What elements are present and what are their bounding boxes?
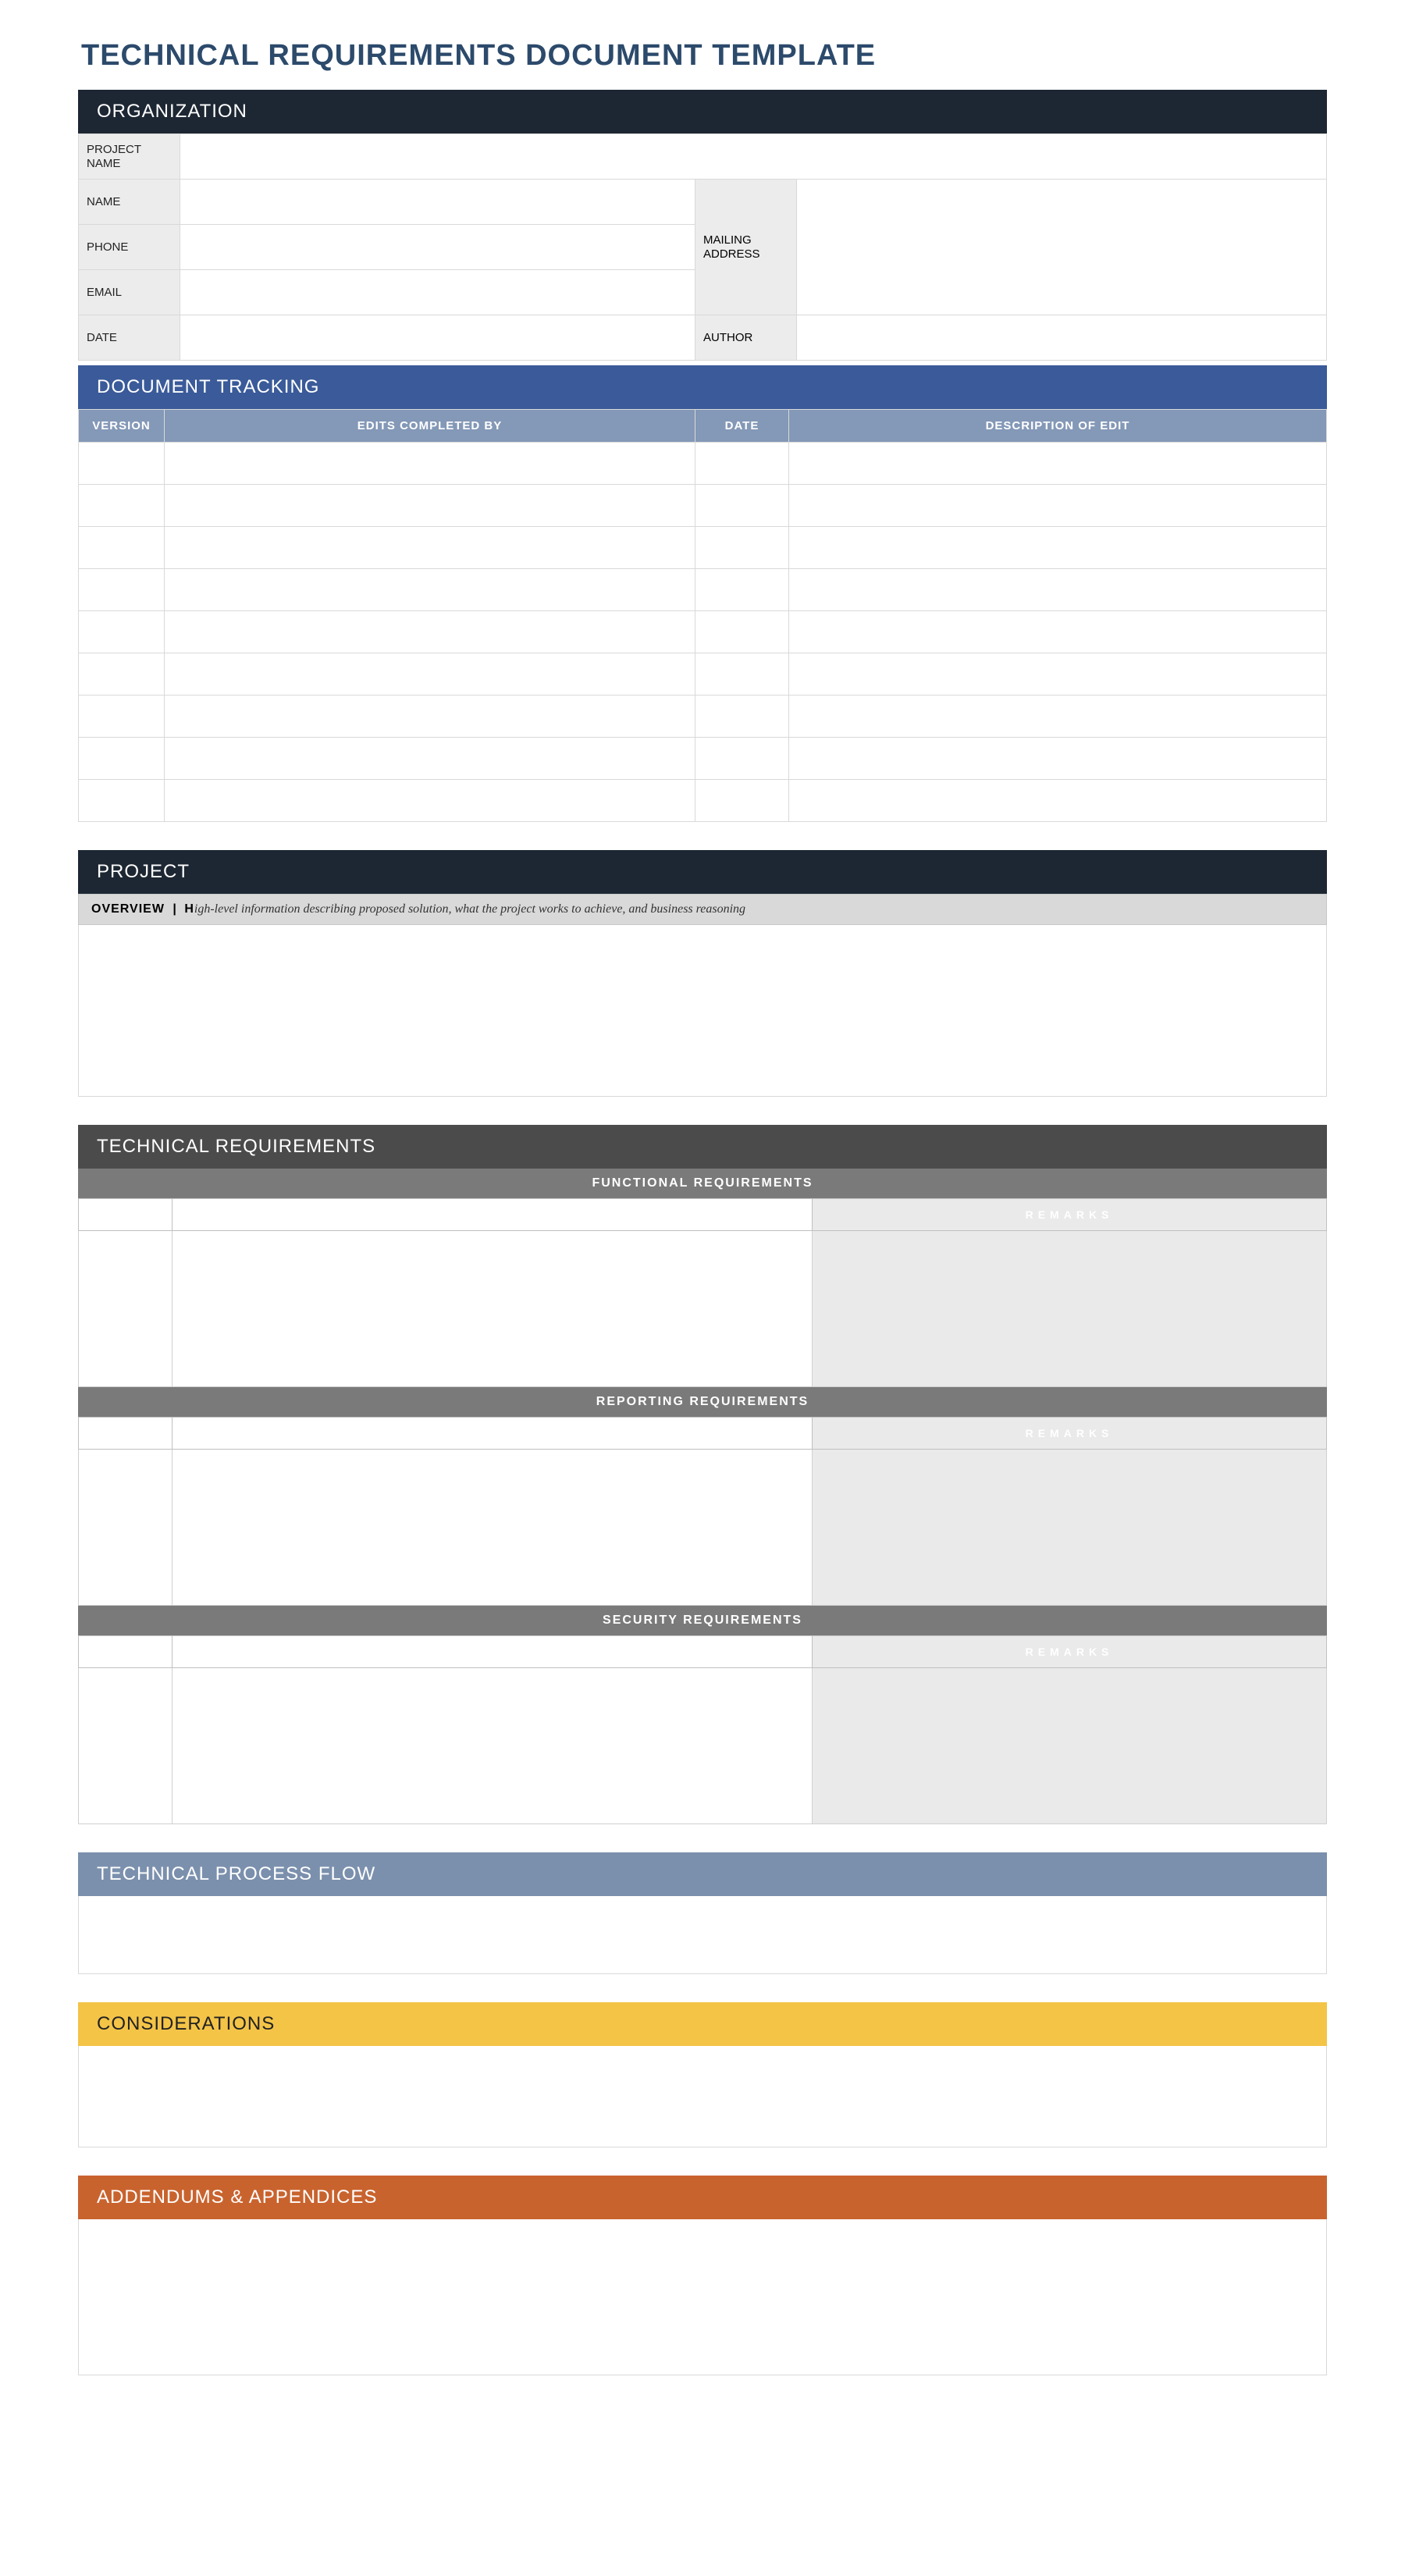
reporting-subheader: REPORTING REQUIREMENTS [78,1387,1327,1417]
tracking-table: VERSION EDITS COMPLETED BY DATE DESCRIPT… [78,409,1327,822]
label-author: AUTHOR [695,315,797,361]
security-requirements-table: ID DESCRIPTION REMARKS [78,1635,1327,1824]
label-date: DATE [79,315,180,361]
considerations-field[interactable] [78,2046,1327,2147]
project-header: PROJECT [78,850,1327,894]
req-col-remarks: REMARKS [813,1636,1327,1668]
table-row[interactable] [79,1668,1327,1824]
table-row[interactable] [79,527,1327,569]
req-col-id: ID [79,1199,173,1231]
field-mailing-address[interactable] [797,180,1327,315]
label-mailing-address: MAILING ADDRESS [695,180,797,315]
table-row[interactable] [79,611,1327,653]
label-phone: PHONE [79,225,180,270]
functional-subheader: FUNCTIONAL REQUIREMENTS [78,1169,1327,1198]
reporting-requirements-table: ID DESCRIPTION REMARKS [78,1417,1327,1606]
overview-separator: | [173,902,176,916]
tech-req-header: TECHNICAL REQUIREMENTS [78,1125,1327,1169]
req-col-description: DESCRIPTION [173,1418,813,1450]
label-project-name: PROJECT NAME [79,134,180,180]
req-col-description: DESCRIPTION [173,1636,813,1668]
tracking-col-desc: DESCRIPTION OF EDIT [789,410,1327,443]
field-date[interactable] [180,315,695,361]
req-col-description: DESCRIPTION [173,1199,813,1231]
req-col-id: ID [79,1418,173,1450]
req-col-remarks: REMARKS [813,1199,1327,1231]
appendices-header: ADDENDUMS & APPENDICES [78,2176,1327,2219]
table-row[interactable] [79,738,1327,780]
organization-header: ORGANIZATION [78,90,1327,133]
tracking-col-version: VERSION [79,410,165,443]
overview-field[interactable] [78,925,1327,1097]
label-name: NAME [79,180,180,225]
table-row[interactable] [79,1231,1327,1387]
security-subheader: SECURITY REQUIREMENTS [78,1606,1327,1635]
field-email[interactable] [180,270,695,315]
document: TECHNICAL REQUIREMENTS DOCUMENT TEMPLATE… [78,39,1327,2375]
label-email: EMAIL [79,270,180,315]
overview-hint: igh-level information describing propose… [194,902,745,916]
overview-label-row: OVERVIEW | High-level information descri… [78,894,1327,925]
process-flow-field[interactable] [78,1896,1327,1974]
functional-requirements-table: ID DESCRIPTION REMARKS [78,1198,1327,1387]
field-project-name[interactable] [180,134,1327,180]
table-row[interactable] [79,696,1327,738]
tracking-col-date: DATE [695,410,789,443]
field-name[interactable] [180,180,695,225]
organization-table: PROJECT NAME NAME MAILING ADDRESS PHONE … [78,133,1327,361]
field-author[interactable] [797,315,1327,361]
table-row[interactable] [79,443,1327,485]
table-row[interactable] [79,1450,1327,1606]
table-row[interactable] [79,780,1327,822]
tracking-col-edits: EDITS COMPLETED BY [165,410,695,443]
field-phone[interactable] [180,225,695,270]
considerations-header: CONSIDERATIONS [78,2002,1327,2046]
tracking-header: DOCUMENT TRACKING [78,365,1327,409]
table-row[interactable] [79,569,1327,611]
process-flow-header: TECHNICAL PROCESS FLOW [78,1852,1327,1896]
overview-hint-lead: H [184,902,194,916]
table-row[interactable] [79,485,1327,527]
appendices-field[interactable] [78,2219,1327,2375]
overview-label: OVERVIEW [91,902,165,916]
req-col-id: ID [79,1636,173,1668]
page-title: TECHNICAL REQUIREMENTS DOCUMENT TEMPLATE [81,39,1327,73]
req-col-remarks: REMARKS [813,1418,1327,1450]
table-row[interactable] [79,653,1327,696]
